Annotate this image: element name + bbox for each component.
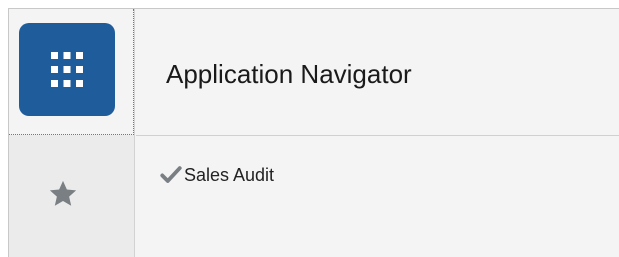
main-area: Application Navigator Sales Audit [136,9,619,257]
favorites-button[interactable] [48,179,78,209]
app-launcher-cell [9,9,134,135]
favorites-list: Sales Audit [136,137,619,257]
app-launcher-button[interactable] [19,23,115,116]
check-icon [160,166,182,183]
application-navigator-panel: Application Navigator Sales Audit [8,8,619,257]
page-title: Application Navigator [166,59,412,89]
list-item-label: Sales Audit [184,164,275,185]
grid-icon [19,23,115,116]
header: Application Navigator [136,9,619,136]
list-item[interactable]: Sales Audit [160,161,274,189]
star-icon [49,180,77,206]
navigation-rail [9,9,135,257]
